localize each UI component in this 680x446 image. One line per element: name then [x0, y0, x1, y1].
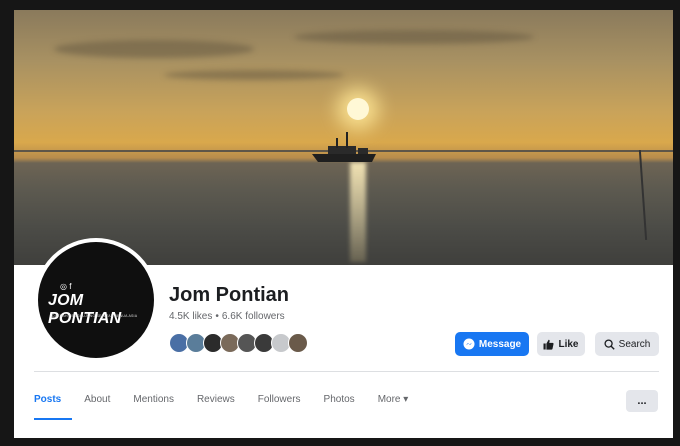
active-tab-indicator — [34, 418, 72, 420]
screenshot-frame: ◎ f JOM PONTIAN DAERAH PENGHUJUNG SELATA… — [0, 0, 680, 446]
search-button[interactable]: Search — [595, 332, 659, 356]
cloud — [54, 40, 254, 58]
cloud — [294, 30, 534, 44]
facebook-page: ◎ f JOM PONTIAN DAERAH PENGHUJUNG SELATA… — [14, 10, 673, 438]
tab-posts[interactable]: Posts — [34, 394, 61, 414]
more-options-button[interactable]: ... — [626, 390, 658, 412]
tab-mentions[interactable]: Mentions — [133, 394, 174, 414]
stats-separator: • — [215, 311, 219, 322]
tab-more[interactable]: More ▾ — [378, 394, 409, 414]
follower-avatar[interactable] — [288, 333, 308, 353]
page-stats: 4.5K likes • 6.6K followers — [169, 311, 285, 322]
tab-about[interactable]: About — [84, 394, 110, 414]
sun-reflection — [350, 162, 366, 262]
sun — [347, 98, 369, 120]
profile-picture[interactable]: ◎ f JOM PONTIAN DAERAH PENGHUJUNG SELATA… — [34, 238, 158, 362]
tab-photos[interactable]: Photos — [324, 394, 355, 414]
social-icons: ◎ f — [60, 282, 72, 291]
likes-count[interactable]: 4.5K likes — [169, 311, 212, 322]
boat-icon — [312, 132, 376, 162]
like-button[interactable]: Like — [537, 332, 585, 356]
tab-reviews[interactable]: Reviews — [197, 394, 235, 414]
messenger-icon — [463, 338, 475, 350]
wooden-pole — [638, 150, 648, 240]
search-button-label: Search — [618, 338, 651, 350]
cloud — [164, 70, 344, 80]
thumbs-up-icon — [543, 339, 555, 350]
search-icon — [604, 338, 615, 350]
followers-count[interactable]: 6.6K followers — [222, 311, 285, 322]
follower-avatars[interactable] — [169, 333, 308, 355]
avatar-tagline: DAERAH PENGHUJUNG SELATAN BENUA ASIA — [52, 314, 138, 318]
avatar-brand-text: JOM PONTIAN — [48, 292, 122, 327]
page-tabs: Posts About Mentions Reviews Followers P… — [34, 394, 431, 414]
tab-followers[interactable]: Followers — [258, 394, 301, 414]
message-button[interactable]: Message — [455, 332, 529, 356]
page-title[interactable]: Jom Pontian — [169, 284, 289, 307]
message-button-label: Message — [478, 338, 522, 350]
header-divider — [34, 371, 659, 372]
cover-photo[interactable] — [14, 10, 673, 265]
like-button-label: Like — [558, 338, 579, 350]
